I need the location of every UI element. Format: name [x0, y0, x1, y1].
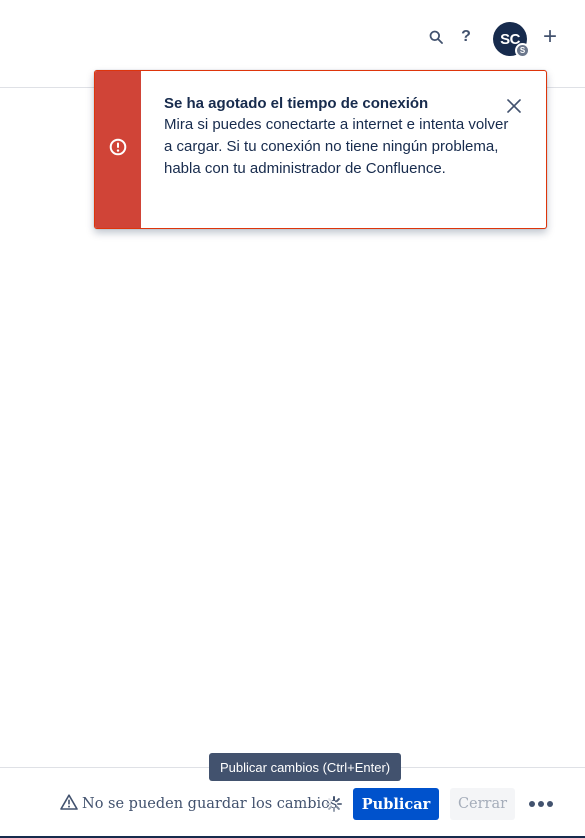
- publish-tooltip: Publicar cambios (Ctrl+Enter): [209, 753, 402, 781]
- tooltip-text: Publicar cambios (Ctrl+Enter): [220, 759, 391, 775]
- flag-body: Se ha agotado el tiempo de conexión Mira…: [164, 95, 514, 180]
- flag-accent-stripe: [95, 71, 141, 228]
- publish-button[interactable]: Publicar: [353, 788, 439, 820]
- close-button[interactable]: Cerrar: [450, 788, 515, 820]
- more-icon[interactable]: [526, 796, 556, 812]
- search-icon[interactable]: [426, 27, 446, 47]
- error-icon: [109, 138, 127, 161]
- connection-error-flag: Se ha agotado el tiempo de conexión Mira…: [94, 70, 547, 229]
- plus-icon: +: [542, 23, 557, 50]
- help-button[interactable]: ?: [456, 26, 476, 48]
- avatar-status-badge: S: [515, 43, 530, 58]
- warning-icon: [60, 794, 78, 814]
- save-status: No se pueden guardar los cambios: [60, 794, 337, 814]
- question-icon: ?: [461, 28, 471, 45]
- flag-description: Mira si puedes conectarte a internet e i…: [164, 116, 509, 177]
- spinner-icon: [325, 795, 343, 813]
- create-button[interactable]: +: [538, 23, 562, 50]
- close-icon[interactable]: [505, 97, 523, 115]
- save-status-text: No se pueden guardar los cambios: [82, 796, 338, 812]
- flag-title: Se ha agotado el tiempo de conexión: [164, 95, 429, 112]
- editor-page: ? SC S + Se ha agotado el tiempo de cone…: [0, 0, 585, 838]
